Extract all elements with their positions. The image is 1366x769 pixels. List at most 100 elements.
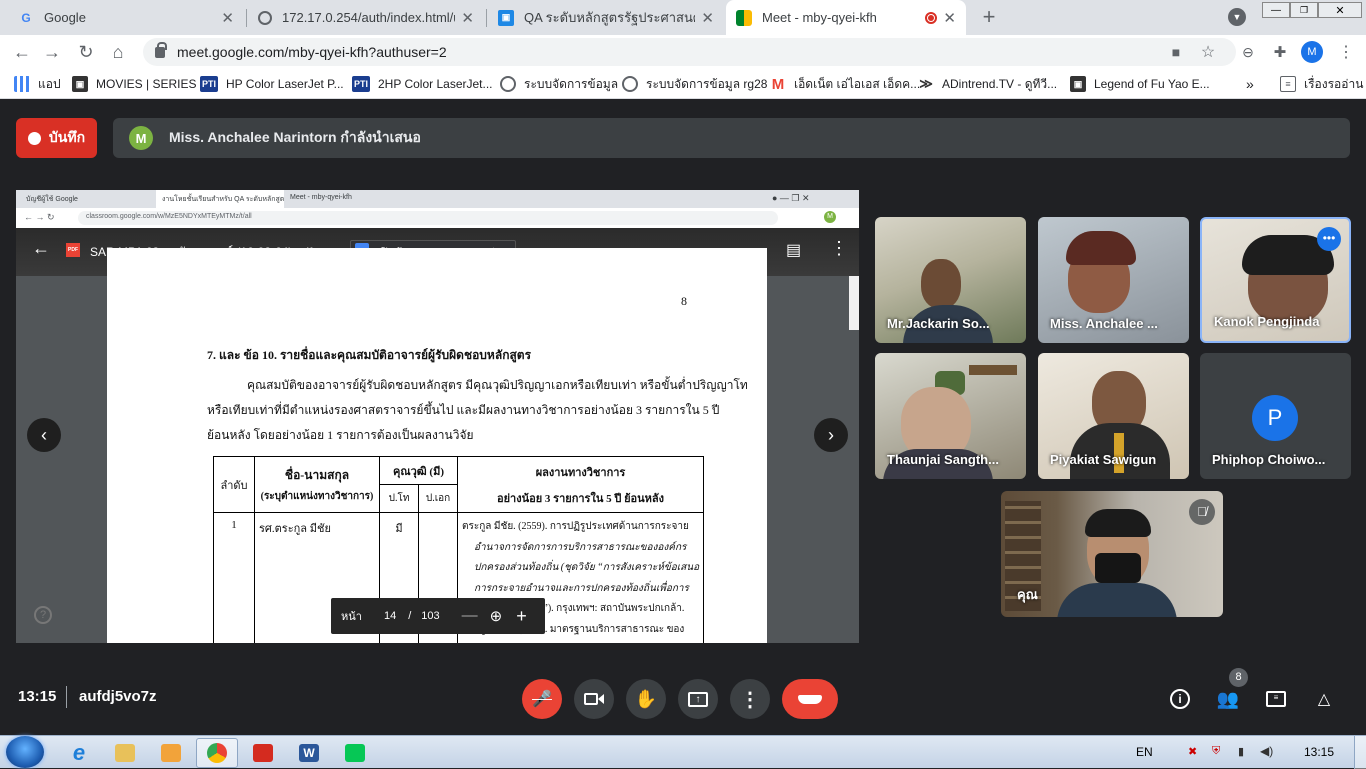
bookmark-movies[interactable]: ▣ MOVIES | SERIES (72, 69, 196, 99)
camera-in-use-icon[interactable]: ■ (1164, 35, 1188, 69)
page-input[interactable]: 14 (384, 610, 396, 622)
bookmark-data2[interactable]: ระบบจัดการข้อมูล rg28 (622, 69, 767, 99)
raise-hand-button[interactable]: ✋ (626, 679, 666, 719)
taskbar-clock[interactable]: 13:15 (1304, 745, 1334, 759)
hand-icon: ✋ (634, 688, 658, 709)
taskbar-media[interactable] (150, 738, 192, 768)
close-icon[interactable]: ✕ (943, 9, 956, 27)
bookmark-star-icon[interactable]: ☆ (1196, 35, 1220, 69)
meet-window: บันทึก M Miss. Anchalee Narintorn กำลังน… (0, 99, 1366, 735)
pdf-page-controls: หน้า 14 / 103 — ⊕ + (331, 598, 545, 634)
adintrend-icon: ≫ (919, 76, 933, 91)
mic-toggle-button[interactable]: 🎤 (522, 679, 562, 719)
zoom-in-icon[interactable]: + (516, 606, 527, 627)
present-screen-button[interactable]: ↑ (678, 679, 718, 719)
close-icon[interactable]: ✕ (461, 9, 474, 27)
taskbar-ie[interactable]: e (58, 738, 100, 768)
chat-button[interactable]: ≡ (1256, 679, 1296, 719)
home-icon[interactable]: ⌂ (106, 35, 130, 69)
end-call-icon (798, 694, 822, 704)
maximize-button[interactable]: ❐ (1290, 2, 1318, 18)
security-icon[interactable]: ⛨ (1212, 745, 1220, 758)
profile-avatar[interactable]: M (1301, 41, 1323, 63)
language-indicator[interactable]: EN (1136, 745, 1153, 759)
url-bar[interactable]: meet.google.com/mby-qyei-kfh?authuser=2 (143, 38, 1236, 66)
more-options-icon[interactable]: ••• (1317, 227, 1341, 251)
participant-tile[interactable]: Thaunjai Sangth... (875, 353, 1026, 479)
window-close-button[interactable]: ✕ (1318, 2, 1362, 18)
info-icon: i (1170, 689, 1190, 709)
bookmark-fuyao[interactable]: ▣ Legend of Fu Yao E... (1070, 69, 1210, 99)
windows-taskbar: e W EN ✖ ⛨ ▮ ◀) 13:15 (0, 735, 1366, 769)
leave-call-button[interactable] (782, 679, 838, 719)
participants-button[interactable]: 👥 8 (1208, 668, 1248, 719)
present-icon: ↑ (688, 691, 708, 707)
show-desktop-button[interactable] (1354, 736, 1366, 769)
meet-control-bar: 13:15 aufdj5vo7z 🎤 ✋ ↑ ⋮ i 👥 8 ≡ △ (0, 662, 1366, 735)
taskbar-line[interactable] (334, 738, 376, 768)
record-button[interactable]: บันทึก (16, 118, 97, 158)
page-scrollbar[interactable] (849, 276, 859, 330)
back-arrow-icon[interactable]: ← (10, 35, 34, 69)
bookmark-apps[interactable]: แอป (14, 69, 61, 99)
forward-arrow-icon[interactable]: → (40, 35, 64, 69)
page-number: 8 (681, 294, 687, 308)
meeting-details-button[interactable]: i (1160, 679, 1200, 719)
bookmark-adintrend[interactable]: ≫ ADintrend.TV - ดูทีวี... (918, 69, 1057, 99)
participant-tile-active-speaker[interactable]: ••• Kanok Pengjinda (1200, 217, 1351, 343)
print-icon[interactable]: ▤ (786, 240, 801, 260)
activities-button[interactable]: △ (1304, 679, 1344, 719)
zoom-out-icon[interactable]: — (462, 607, 478, 625)
film-icon: ▣ (72, 76, 88, 92)
help-icon[interactable]: ? (34, 606, 52, 624)
url-text: meet.google.com/mby-qyei-kfh?authuser=2 (177, 44, 447, 60)
more-options-button[interactable]: ⋮ (730, 679, 770, 719)
taskbar-chrome[interactable] (196, 738, 238, 768)
reload-icon[interactable]: ↻ (74, 35, 98, 69)
lock-icon (155, 41, 167, 58)
participant-tile[interactable]: Mr.Jackarin So... (875, 217, 1026, 343)
extension-chat-icon[interactable]: ⊖ (1236, 35, 1260, 69)
start-button[interactable] (6, 736, 44, 768)
new-tab-button[interactable]: + (976, 4, 1002, 30)
self-view-tile[interactable]: 🎙̸ คุณ (1001, 491, 1223, 617)
close-icon[interactable]: ✕ (701, 9, 714, 27)
menu-kebab-icon[interactable]: ⋮ (1334, 35, 1358, 69)
close-icon[interactable]: ✕ (221, 9, 234, 27)
bookmark-ednet[interactable]: M เอ็ดเน็ต เอ่ไอเอส เอ็ดค... (770, 69, 920, 99)
tab-meet[interactable]: Meet - mby-qyei-kfh ✕ (726, 0, 966, 35)
pdf-back-arrow-icon[interactable]: ← (32, 238, 50, 259)
tab-google[interactable]: G Google ✕ (8, 0, 244, 35)
bookmarks-overflow-icon[interactable]: » (1246, 69, 1254, 99)
presenter-avatar: M (129, 126, 153, 150)
taskbar-explorer[interactable] (104, 738, 146, 768)
participant-tile[interactable]: P Phiphop Choiwo... (1200, 353, 1351, 479)
camera-toggle-button[interactable] (574, 679, 614, 719)
apps-grid-icon (14, 76, 30, 92)
bookmark-hp2[interactable]: PTI 2HP Color LaserJet... (352, 69, 493, 99)
taskbar-acrobat[interactable] (242, 738, 284, 768)
tab-auth[interactable]: 172.17.0.254/auth/index.html/u ✕ (248, 0, 484, 35)
tab-search-button[interactable]: ▼ (1228, 8, 1246, 26)
reading-list[interactable]: ≡ เรื่องรออ่าน (1280, 69, 1363, 99)
next-file-icon[interactable]: › (814, 418, 848, 452)
pdf-page: 8 7. และ ข้อ 10. รายชื่อและคุณสมบัติอาจา… (107, 248, 767, 643)
pdf-more-icon[interactable]: ⋮ (830, 238, 848, 259)
taskbar-word[interactable]: W (288, 738, 330, 768)
tab-classroom[interactable]: ▣ QA ระดับหลักสูตรรัฐประศาสนศาสตรม ✕ (488, 0, 724, 35)
participant-tile[interactable]: Miss. Anchalee ... (1038, 217, 1189, 343)
volume-icon[interactable]: ◀) (1260, 744, 1273, 758)
participant-tile[interactable]: Piyakiat Sawigun (1038, 353, 1189, 479)
extensions-puzzle-icon[interactable]: ✚ (1268, 35, 1292, 69)
network-warning-icon[interactable]: ✖ (1188, 745, 1197, 758)
zoom-icon: ⊕ (489, 608, 503, 625)
bookmark-hp1[interactable]: PTI HP Color LaserJet P... (200, 69, 344, 99)
minimize-button[interactable]: — (1262, 2, 1290, 18)
bookmark-data1[interactable]: ระบบจัดการข้อมูล (500, 69, 618, 99)
reading-list-icon: ≡ (1280, 76, 1296, 92)
bookmarks-bar: แอป ▣ MOVIES | SERIES PTI HP Color LaserJe… (0, 69, 1366, 99)
prev-file-icon[interactable]: ‹ (27, 418, 61, 452)
people-icon: 👥 (1216, 688, 1240, 709)
signal-icon[interactable]: ▮ (1238, 745, 1244, 758)
inner-tab-strip: บัญชีผู้ใช้ Google งานโหยชั้นเรียนสำหรับ… (16, 190, 859, 208)
